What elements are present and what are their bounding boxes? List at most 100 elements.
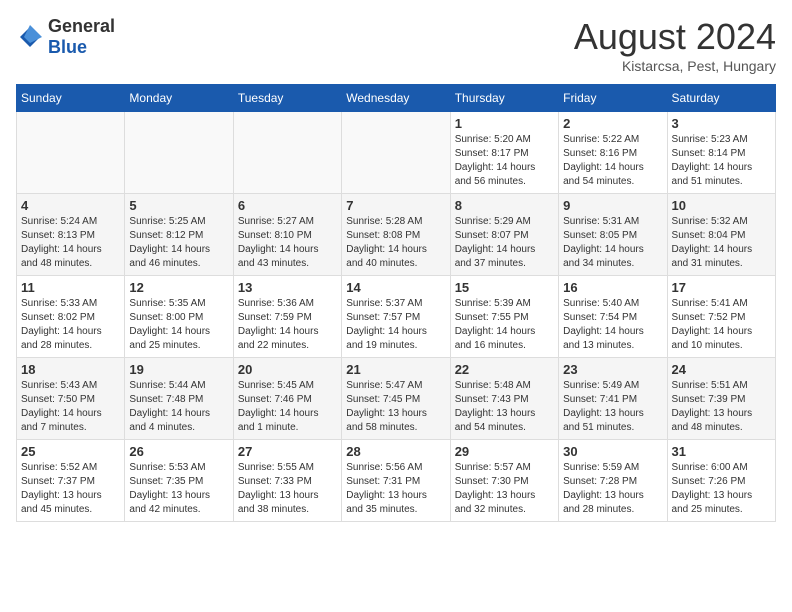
day-number: 20 — [238, 362, 337, 377]
day-number: 23 — [563, 362, 662, 377]
day-info: Sunrise: 5:47 AM Sunset: 7:45 PM Dayligh… — [346, 379, 445, 435]
calendar-cell: 6Sunrise: 5:27 AM Sunset: 8:10 PM Daylig… — [233, 194, 341, 276]
calendar-cell: 7 Sunrise: 5:28 AM Sunset: 8:08 PM Daylig… — [342, 194, 450, 276]
day-number: 21 — [346, 362, 445, 377]
day-info: Sunrise: 5:24 AM Sunset: 8:13 PM Dayligh… — [21, 215, 120, 271]
day-info: Sunrise: 5:40 AM Sunset: 7:54 PM Dayligh… — [563, 297, 662, 353]
calendar-cell: 25Sunrise: 5:52 AM Sunset: 7:37 PM Dayli… — [17, 440, 125, 522]
calendar-week-4: 18 Sunrise: 5:43 AM Sunset: 7:50 PM Dayli… — [17, 358, 776, 440]
calendar-cell — [342, 112, 450, 194]
logo: General Blue — [16, 16, 115, 58]
day-number: 25 — [21, 444, 120, 459]
day-info: Sunrise: 5:39 AM Sunset: 7:55 PM Dayligh… — [455, 297, 554, 353]
day-info: Sunrise: 5:28 AM Sunset: 8:08 PM Dayligh… — [346, 215, 445, 271]
col-wednesday: Wednesday — [342, 85, 450, 112]
day-info: Sunrise: 5:23 AM Sunset: 8:14 PM Dayligh… — [672, 133, 771, 189]
day-number: 24 — [672, 362, 771, 377]
day-info: Sunrise: 5:37 AM Sunset: 7:57 PM Dayligh… — [346, 297, 445, 353]
calendar-cell: 16 Sunrise: 5:40 AM Sunset: 7:54 PM Dayli… — [559, 276, 667, 358]
col-monday: Monday — [125, 85, 233, 112]
day-info: Sunrise: 5:43 AM Sunset: 7:50 PM Dayligh… — [21, 379, 120, 435]
day-info: Sunrise: 5:31 AM Sunset: 8:05 PM Dayligh… — [563, 215, 662, 271]
calendar-cell — [17, 112, 125, 194]
calendar-cell: 29 Sunrise: 5:57 AM Sunset: 7:30 PM Dayli… — [450, 440, 558, 522]
day-info: Sunrise: 5:41 AM Sunset: 7:52 PM Dayligh… — [672, 297, 771, 353]
calendar-week-1: 1Sunrise: 5:20 AM Sunset: 8:17 PM Daylig… — [17, 112, 776, 194]
calendar-cell: 4 Sunrise: 5:24 AM Sunset: 8:13 PM Daylig… — [17, 194, 125, 276]
day-number: 9 — [563, 198, 662, 213]
day-number: 3 — [672, 116, 771, 131]
calendar-cell: 12 Sunrise: 5:35 AM Sunset: 8:00 PM Dayli… — [125, 276, 233, 358]
day-number: 5 — [129, 198, 228, 213]
logo-blue: Blue — [48, 37, 87, 57]
day-number: 6 — [238, 198, 337, 213]
day-number: 17 — [672, 280, 771, 295]
calendar-cell: 3 Sunrise: 5:23 AM Sunset: 8:14 PM Daylig… — [667, 112, 775, 194]
calendar-cell: 15 Sunrise: 5:39 AM Sunset: 7:55 PM Dayli… — [450, 276, 558, 358]
calendar-cell: 21 Sunrise: 5:47 AM Sunset: 7:45 PM Dayli… — [342, 358, 450, 440]
calendar-cell: 20Sunrise: 5:45 AM Sunset: 7:46 PM Dayli… — [233, 358, 341, 440]
calendar-cell: 13Sunrise: 5:36 AM Sunset: 7:59 PM Dayli… — [233, 276, 341, 358]
day-info: Sunrise: 5:57 AM Sunset: 7:30 PM Dayligh… — [455, 461, 554, 517]
calendar-cell: 30 Sunrise: 5:59 AM Sunset: 7:28 PM Dayli… — [559, 440, 667, 522]
title-block: August 2024 Kistarcsa, Pest, Hungary — [574, 16, 776, 74]
calendar-cell: 19 Sunrise: 5:44 AM Sunset: 7:48 PM Dayli… — [125, 358, 233, 440]
day-number: 29 — [455, 444, 554, 459]
day-info: Sunrise: 5:20 AM Sunset: 8:17 PM Dayligh… — [455, 133, 554, 189]
day-info: Sunrise: 5:51 AM Sunset: 7:39 PM Dayligh… — [672, 379, 771, 435]
calendar-cell: 22 Sunrise: 5:48 AM Sunset: 7:43 PM Dayli… — [450, 358, 558, 440]
day-number: 30 — [563, 444, 662, 459]
calendar-cell: 18 Sunrise: 5:43 AM Sunset: 7:50 PM Dayli… — [17, 358, 125, 440]
day-info: Sunrise: 5:56 AM Sunset: 7:31 PM Dayligh… — [346, 461, 445, 517]
day-number: 22 — [455, 362, 554, 377]
day-info: Sunrise: 5:48 AM Sunset: 7:43 PM Dayligh… — [455, 379, 554, 435]
day-number: 12 — [129, 280, 228, 295]
month-title: August 2024 — [574, 16, 776, 58]
day-number: 27 — [238, 444, 337, 459]
day-number: 16 — [563, 280, 662, 295]
day-number: 4 — [21, 198, 120, 213]
calendar-cell: 1Sunrise: 5:20 AM Sunset: 8:17 PM Daylig… — [450, 112, 558, 194]
day-number: 18 — [21, 362, 120, 377]
day-number: 31 — [672, 444, 771, 459]
page-header: General Blue August 2024 Kistarcsa, Pest… — [16, 16, 776, 74]
calendar-table: Sunday Monday Tuesday Wednesday Thursday… — [16, 84, 776, 522]
day-info: Sunrise: 5:53 AM Sunset: 7:35 PM Dayligh… — [129, 461, 228, 517]
col-saturday: Saturday — [667, 85, 775, 112]
day-info: Sunrise: 5:29 AM Sunset: 8:07 PM Dayligh… — [455, 215, 554, 271]
day-number: 14 — [346, 280, 445, 295]
day-info: Sunrise: 5:49 AM Sunset: 7:41 PM Dayligh… — [563, 379, 662, 435]
day-number: 15 — [455, 280, 554, 295]
calendar-week-5: 25Sunrise: 5:52 AM Sunset: 7:37 PM Dayli… — [17, 440, 776, 522]
day-info: Sunrise: 5:44 AM Sunset: 7:48 PM Dayligh… — [129, 379, 228, 435]
logo-icon — [16, 23, 44, 51]
day-number: 19 — [129, 362, 228, 377]
calendar-cell: 17 Sunrise: 5:41 AM Sunset: 7:52 PM Dayli… — [667, 276, 775, 358]
col-thursday: Thursday — [450, 85, 558, 112]
day-info: Sunrise: 5:36 AM Sunset: 7:59 PM Dayligh… — [238, 297, 337, 353]
day-number: 28 — [346, 444, 445, 459]
day-number: 2 — [563, 116, 662, 131]
logo-text: General Blue — [48, 16, 115, 58]
calendar-cell: 28 Sunrise: 5:56 AM Sunset: 7:31 PM Dayli… — [342, 440, 450, 522]
col-friday: Friday — [559, 85, 667, 112]
calendar-cell: 23 Sunrise: 5:49 AM Sunset: 7:41 PM Dayli… — [559, 358, 667, 440]
calendar-cell: 31Sunrise: 6:00 AM Sunset: 7:26 PM Dayli… — [667, 440, 775, 522]
day-number: 8 — [455, 198, 554, 213]
calendar-cell: 27Sunrise: 5:55 AM Sunset: 7:33 PM Dayli… — [233, 440, 341, 522]
day-number: 11 — [21, 280, 120, 295]
calendar-cell: 24 Sunrise: 5:51 AM Sunset: 7:39 PM Dayli… — [667, 358, 775, 440]
calendar-header-row: Sunday Monday Tuesday Wednesday Thursday… — [17, 85, 776, 112]
day-number: 10 — [672, 198, 771, 213]
day-number: 7 — [346, 198, 445, 213]
calendar-cell: 11 Sunrise: 5:33 AM Sunset: 8:02 PM Dayli… — [17, 276, 125, 358]
calendar-cell: 10 Sunrise: 5:32 AM Sunset: 8:04 PM Dayli… — [667, 194, 775, 276]
calendar-cell — [233, 112, 341, 194]
calendar-cell: 9 Sunrise: 5:31 AM Sunset: 8:05 PM Daylig… — [559, 194, 667, 276]
day-info: Sunrise: 5:59 AM Sunset: 7:28 PM Dayligh… — [563, 461, 662, 517]
day-info: Sunrise: 5:35 AM Sunset: 8:00 PM Dayligh… — [129, 297, 228, 353]
calendar-week-2: 4 Sunrise: 5:24 AM Sunset: 8:13 PM Daylig… — [17, 194, 776, 276]
location: Kistarcsa, Pest, Hungary — [574, 58, 776, 74]
day-info: Sunrise: 5:32 AM Sunset: 8:04 PM Dayligh… — [672, 215, 771, 271]
day-info: Sunrise: 5:33 AM Sunset: 8:02 PM Dayligh… — [21, 297, 120, 353]
